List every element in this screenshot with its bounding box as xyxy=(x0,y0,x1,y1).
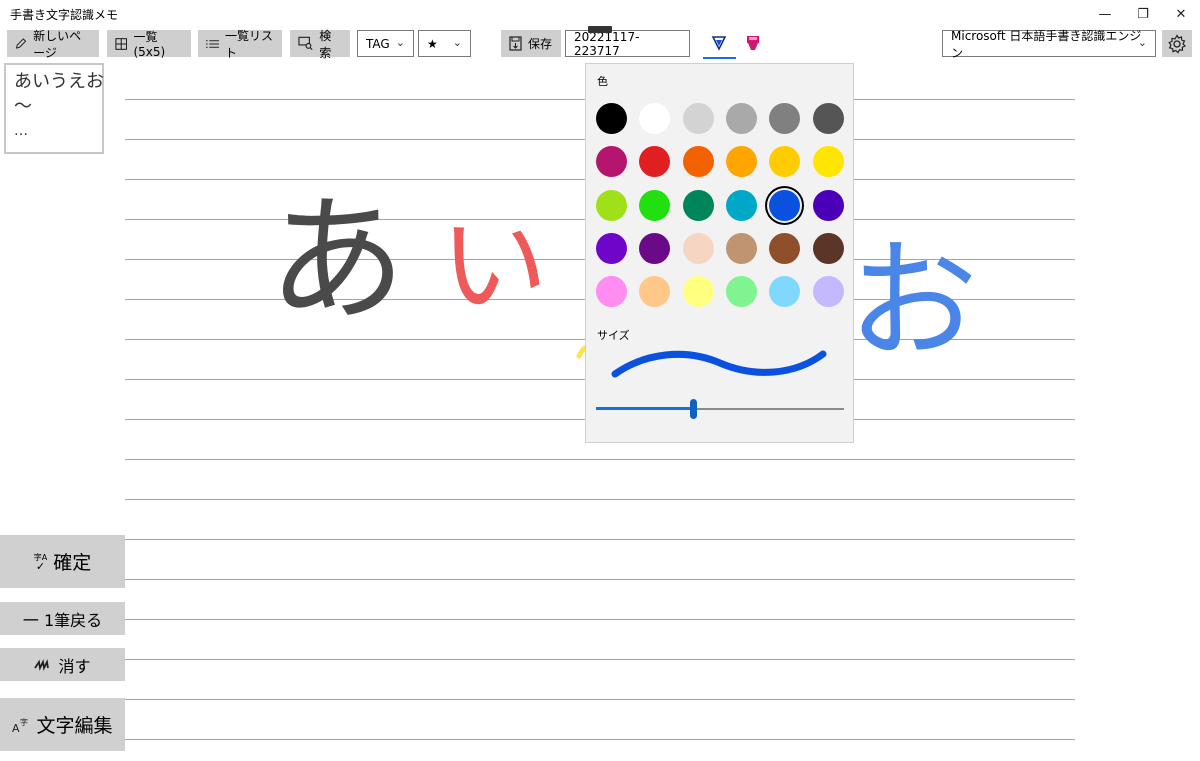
maximize-button[interactable]: ❐ xyxy=(1124,0,1162,28)
color-swatch[interactable] xyxy=(596,233,627,264)
confirm-button[interactable]: 字A ✓ 確定 xyxy=(0,535,125,588)
color-section-label: 色 xyxy=(597,75,608,88)
minimize-icon: — xyxy=(1098,6,1112,22)
pen-size-preview xyxy=(611,350,827,378)
color-swatch[interactable] xyxy=(726,276,757,307)
chevron-down-icon: ⌄ xyxy=(1137,36,1147,49)
color-swatch[interactable] xyxy=(639,146,670,177)
new-page-label: 新しいページ xyxy=(33,28,82,60)
undo-stroke-label: 一 1筆戻る xyxy=(22,610,103,630)
window-title: 手書き文字認識メモ xyxy=(10,8,119,22)
size-slider-fill xyxy=(596,407,693,410)
ruled-line xyxy=(125,659,1075,660)
color-swatch[interactable] xyxy=(683,190,714,221)
color-swatch[interactable] xyxy=(596,190,627,221)
pencil-icon xyxy=(15,38,27,49)
color-swatch[interactable] xyxy=(769,233,800,264)
color-swatch[interactable] xyxy=(683,146,714,177)
ruled-line xyxy=(125,499,1075,500)
new-page-button[interactable]: 新しいページ xyxy=(7,29,99,60)
ink-char-o: お xyxy=(848,225,979,377)
gear-icon xyxy=(1168,33,1187,53)
ruled-line xyxy=(125,619,1075,620)
minimize-button[interactable]: — xyxy=(1086,0,1124,28)
maximize-icon: ❐ xyxy=(1137,6,1149,22)
ruled-line xyxy=(125,739,1075,740)
size-section-label: サイズ xyxy=(597,329,630,342)
color-swatch[interactable] xyxy=(769,103,800,134)
ruled-line xyxy=(125,699,1075,700)
svg-text:字: 字 xyxy=(20,717,28,727)
color-swatch[interactable] xyxy=(596,103,627,134)
color-swatch[interactable] xyxy=(813,233,844,264)
color-swatch[interactable] xyxy=(596,146,627,177)
svg-text:A: A xyxy=(12,722,20,734)
undo-stroke-button[interactable]: 一 1筆戻る xyxy=(0,602,125,635)
close-button[interactable]: ✕ xyxy=(1162,0,1200,28)
ruled-line xyxy=(125,579,1075,580)
ink-char-a: あ xyxy=(268,180,407,341)
color-swatch[interactable] xyxy=(639,233,670,264)
confirm-label: 確定 xyxy=(53,552,92,574)
color-swatch[interactable] xyxy=(683,276,714,307)
color-swatch[interactable] xyxy=(813,146,844,177)
memo-line-1: あいうえお xyxy=(14,71,104,92)
color-swatch[interactable] xyxy=(726,103,757,134)
color-swatch[interactable] xyxy=(639,103,670,134)
close-icon: ✕ xyxy=(1175,6,1187,22)
erase-button[interactable]: 消す xyxy=(0,648,125,681)
ruled-line xyxy=(125,539,1075,540)
edit-text-label: 文字編集 xyxy=(36,715,113,737)
color-swatch[interactable] xyxy=(683,103,714,134)
color-swatch[interactable] xyxy=(726,233,757,264)
color-swatch[interactable] xyxy=(813,276,844,307)
ink-char-i: い xyxy=(440,204,549,329)
color-swatch[interactable] xyxy=(769,190,800,221)
color-swatch[interactable] xyxy=(639,276,670,307)
color-swatch[interactable] xyxy=(813,103,844,134)
settings-button[interactable] xyxy=(1162,30,1192,57)
eraser-icon xyxy=(34,658,50,671)
ruled-line xyxy=(125,459,1075,460)
check-icon: ✓ xyxy=(35,559,46,573)
erase-label: 消す xyxy=(58,656,91,676)
color-swatch[interactable] xyxy=(813,190,844,221)
color-swatch[interactable] xyxy=(726,190,757,221)
memo-thumbnail[interactable]: あいうえお 〜 … xyxy=(4,63,104,154)
recognize-check-icon: 字A ✓ xyxy=(34,553,47,573)
color-swatch[interactable] xyxy=(726,146,757,177)
memo-line-2: 〜 xyxy=(14,96,32,117)
color-swatch[interactable] xyxy=(769,146,800,177)
edit-text-button[interactable]: A字 文字編集 xyxy=(0,698,125,751)
color-swatch[interactable] xyxy=(683,233,714,264)
size-slider-thumb[interactable] xyxy=(690,399,697,419)
text-edit-icon: A字 xyxy=(12,717,28,734)
color-swatch[interactable] xyxy=(769,276,800,307)
memo-line-3: … xyxy=(14,123,28,139)
color-swatch[interactable] xyxy=(596,276,627,307)
color-swatch[interactable] xyxy=(639,190,670,221)
